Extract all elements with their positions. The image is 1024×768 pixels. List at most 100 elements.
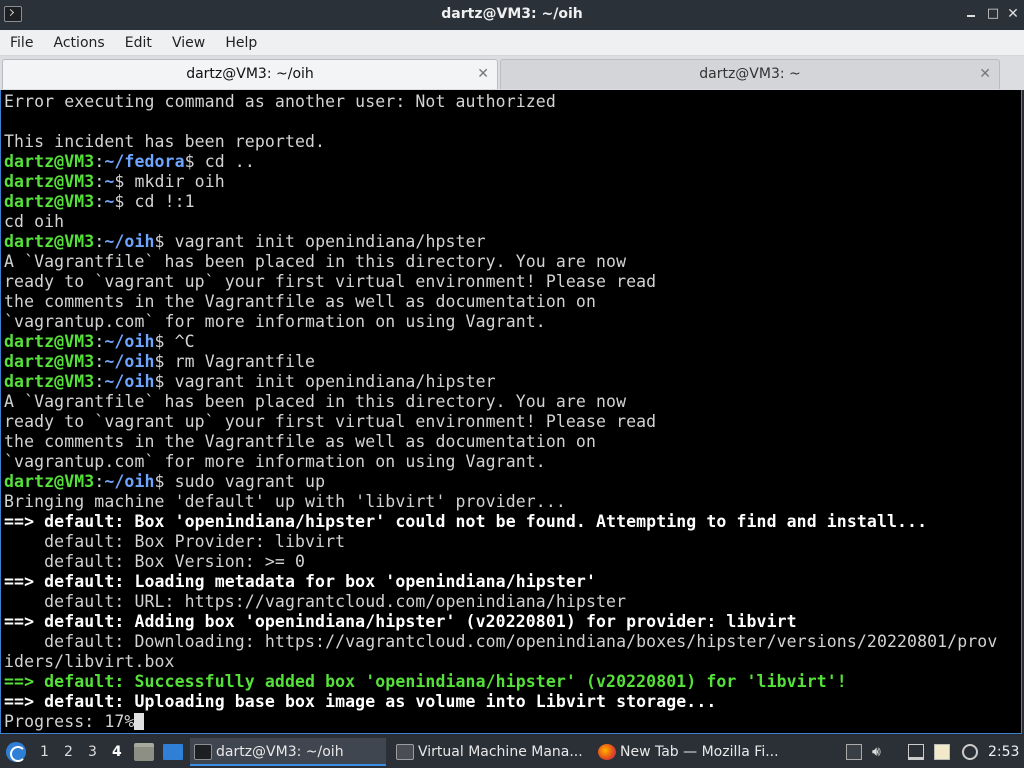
terminal-segment: ~/oih — [104, 232, 155, 251]
terminal-line: ready to `vagrant up` your first virtual… — [4, 272, 1021, 292]
tab-label: dartz@VM3: ~/oih — [186, 66, 314, 82]
terminal-line: ==> default: Loading metadata for box 'o… — [4, 572, 1021, 592]
menu-view[interactable]: View — [162, 30, 205, 56]
terminal-line: default: Box Version: >= 0 — [4, 552, 1021, 572]
terminal-line: dartz@VM3:~/oih$ vagrant init openindian… — [4, 232, 1021, 252]
menu-edit[interactable]: Edit — [115, 30, 152, 56]
terminal-segment: dartz@VM3 — [4, 232, 95, 251]
maximize-button[interactable]: □ — [985, 6, 1001, 22]
terminal-segment: $ vagrant init openindiana/hipster — [154, 372, 496, 391]
terminal-segment: This incident has been reported. — [4, 132, 326, 151]
tab-oih[interactable]: dartz@VM3: ~/oih ✕ — [2, 59, 498, 89]
terminal-segment: default: URL: https://vagrantcloud.com/o… — [4, 592, 627, 611]
terminal-line: default: Downloading: https://vagrantclo… — [4, 632, 1021, 652]
workspace-1[interactable]: 1 — [40, 736, 49, 768]
terminal-line: cd oih — [4, 212, 1021, 232]
terminal-line: default: Box Provider: libvirt — [4, 532, 1021, 552]
terminal-segment: dartz@VM3 — [4, 472, 95, 491]
close-button[interactable]: ✕ — [1005, 6, 1021, 22]
terminal-segment: dartz@VM3 — [4, 152, 95, 171]
terminal-text: Error executing command as another user:… — [1, 90, 1021, 732]
terminal-segment: : — [94, 352, 105, 371]
terminal-line: dartz@VM3:~/oih$ rm Vagrantfile — [4, 352, 1021, 372]
notification-icon[interactable] — [962, 744, 978, 760]
terminal-segment: ready to `vagrant up` your first virtual… — [4, 272, 657, 291]
terminal-segment: Progress: 17% — [4, 712, 135, 731]
task-firefox[interactable]: New Tab — Mozilla Fi... — [594, 738, 790, 766]
terminal-segment: $ vagrant init openindiana/hpster — [154, 232, 486, 251]
show-desktop-icon[interactable] — [163, 744, 183, 760]
tab-home[interactable]: dartz@VM3: ~ ✕ — [500, 59, 1000, 89]
terminal-segment: ~/fedora — [104, 152, 185, 171]
start-menu-icon[interactable] — [6, 742, 26, 762]
terminal-line: `vagrantup.com` for more information on … — [4, 452, 1021, 472]
terminal-line: ==> default: Adding box 'openindiana/hip… — [4, 612, 1021, 632]
taskbar: 1 2 3 4 dartz@VM3: ~/oih Virtual Machine… — [0, 736, 1024, 768]
task-label: New Tab — Mozilla Fi... — [620, 744, 779, 760]
terminal-line: ==> default: Box 'openindiana/hipster' c… — [4, 512, 1021, 532]
virt-manager-icon — [396, 744, 414, 760]
terminal-segment: ~/oih — [104, 372, 155, 391]
close-tab-icon[interactable]: ✕ — [477, 60, 489, 88]
network-icon[interactable] — [908, 744, 924, 760]
menu-file[interactable]: File — [0, 30, 33, 56]
terminal-line: ==> default: Uploading base box image as… — [4, 692, 1021, 712]
close-tab-icon[interactable]: ✕ — [979, 60, 991, 88]
terminal-segment: `vagrantup.com` for more information on … — [4, 452, 546, 471]
task-virt-manager[interactable]: Virtual Machine Mana... — [392, 738, 588, 766]
terminal-segment: ~/oih — [104, 332, 155, 351]
terminal-line: the comments in the Vagrantfile as well … — [4, 292, 1021, 312]
terminal-segment: dartz@VM3 — [4, 172, 95, 191]
terminal-segment: ==> default: Adding box 'openindiana/hip… — [4, 612, 797, 631]
firefox-icon — [598, 744, 616, 760]
terminal-line: dartz@VM3:~/oih$ ^C — [4, 332, 1021, 352]
terminal-line: A `Vagrantfile` has been placed in this … — [4, 252, 1021, 272]
terminal-segment: ready to `vagrant up` your first virtual… — [4, 412, 657, 431]
terminal-segment: default: Downloading: https://vagrantclo… — [4, 632, 998, 651]
menu-help[interactable]: Help — [215, 30, 257, 56]
tab-label: dartz@VM3: ~ — [699, 66, 801, 82]
terminal-line: iders/libvirt.box — [4, 652, 1021, 672]
task-label: dartz@VM3: ~/oih — [216, 744, 344, 760]
menu-actions[interactable]: Actions — [44, 30, 105, 56]
minimize-button[interactable] — [963, 6, 979, 22]
terminal-segment: $ ^C — [154, 332, 195, 351]
file-manager-icon[interactable] — [134, 743, 154, 761]
volume-icon[interactable]: 🔊︎ — [872, 744, 888, 760]
terminal-segment: : — [94, 192, 105, 211]
task-label: Virtual Machine Mana... — [418, 744, 583, 760]
terminal-segment: ~/oih — [104, 352, 155, 371]
eject-icon[interactable] — [846, 744, 862, 760]
terminal-segment: $ rm Vagrantfile — [154, 352, 316, 371]
terminal-output[interactable]: Error executing command as another user:… — [0, 90, 1022, 734]
terminal-line: dartz@VM3:~$ cd !:1 — [4, 192, 1021, 212]
workspace-4[interactable]: 4 — [112, 736, 122, 768]
workspace-3[interactable]: 3 — [88, 736, 97, 768]
terminal-segment: dartz@VM3 — [4, 332, 95, 351]
terminal-segment: : — [94, 332, 105, 351]
clock[interactable]: 2:53 — [988, 736, 1019, 768]
terminal-line: This incident has been reported. — [4, 132, 1021, 152]
terminal-line: dartz@VM3:~/fedora$ cd .. — [4, 152, 1021, 172]
terminal-segment: Bringing machine 'default' up with 'libv… — [4, 492, 566, 511]
task-terminal[interactable]: dartz@VM3: ~/oih — [190, 738, 386, 766]
window-titlebar: dartz@VM3: ~/oih □ ✕ — [0, 0, 1024, 30]
terminal-segment: $ sudo vagrant up — [154, 472, 326, 491]
terminal-segment: : — [94, 232, 105, 251]
terminal-segment: $ mkdir oih — [114, 172, 225, 191]
terminal-line: the comments in the Vagrantfile as well … — [4, 432, 1021, 452]
terminal-line: Progress: 17% — [4, 712, 1021, 732]
workspace-2[interactable]: 2 — [64, 736, 73, 768]
terminal-segment: ==> default: Loading metadata for box 'o… — [4, 572, 596, 591]
clipboard-icon[interactable] — [934, 744, 950, 760]
terminal-segment: the comments in the Vagrantfile as well … — [4, 292, 596, 311]
terminal-segment: : — [94, 372, 105, 391]
terminal-line: dartz@VM3:~/oih$ sudo vagrant up — [4, 472, 1021, 492]
terminal-line: Error executing command as another user:… — [4, 92, 1021, 112]
menu-bar: File Actions Edit View Help — [0, 30, 1024, 56]
terminal-segment: : — [94, 472, 105, 491]
terminal-segment: ~ — [104, 192, 115, 211]
terminal-line: ==> default: Successfully added box 'ope… — [4, 672, 1021, 692]
terminal-segment: ~/oih — [104, 472, 155, 491]
